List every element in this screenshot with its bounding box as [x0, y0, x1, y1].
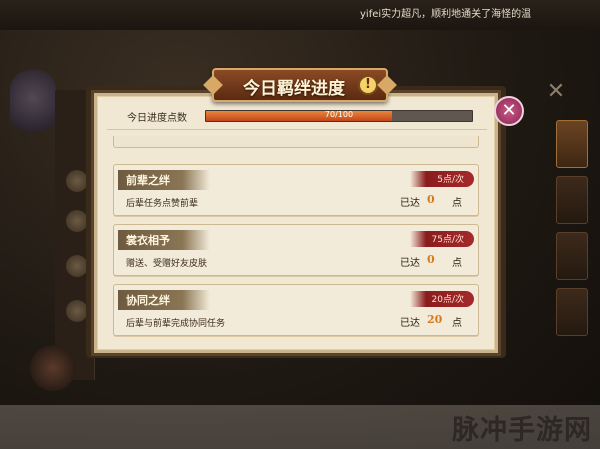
task-description: 后辈任务点赞前辈	[126, 199, 199, 209]
progress-text: 70/100	[324, 110, 354, 119]
task-points: 75点/次	[431, 235, 465, 245]
done-unit: 点	[452, 318, 462, 329]
task-points: 5点/次	[437, 175, 464, 185]
task-name: 协同之绊	[126, 294, 170, 307]
avatar	[66, 210, 88, 232]
list-item	[113, 136, 479, 148]
top-bar: yifei实力超凡，顺利地通关了海怪的温	[0, 0, 600, 30]
done-count: 0	[427, 193, 435, 206]
task-points: 20点/次	[431, 295, 465, 305]
done-label: 已达	[400, 318, 420, 329]
right-tab-column	[556, 120, 588, 350]
avatar	[66, 255, 88, 277]
points-tag: 75点/次	[410, 231, 474, 247]
info-icon[interactable]: !	[358, 75, 378, 95]
avatar	[66, 300, 88, 322]
background-close-icon: ✕	[546, 79, 566, 104]
points-tag: 20点/次	[410, 291, 474, 307]
side-tab	[556, 176, 588, 224]
bond-progress-dialog: 今日进度点数 70/100 前辈之绊 后辈任务点赞前辈 5点/次 已达 0 点 …	[94, 93, 498, 353]
close-icon: ✕	[501, 100, 517, 121]
done-count: 20	[427, 313, 443, 326]
done-label: 已达	[400, 198, 420, 209]
task-list[interactable]: 前辈之绊 后辈任务点赞前辈 5点/次 已达 0 点 裳衣相予 赠送、受赠好友皮肤…	[103, 136, 493, 350]
side-tab	[556, 120, 588, 168]
points-tag: 5点/次	[410, 171, 474, 187]
task-name-banner: 协同之绊	[118, 290, 210, 310]
progress-bar: 70/100	[205, 110, 473, 122]
task-description: 赠送、受赠好友皮肤	[126, 259, 208, 269]
progress-label: 今日进度点数	[127, 113, 187, 124]
task-card: 前辈之绊 后辈任务点赞前辈 5点/次 已达 0 点	[113, 164, 479, 216]
dialog-title: 今日羁绊进度	[243, 79, 345, 99]
chat-message: yifei实力超凡，顺利地通关了海怪的温	[360, 9, 532, 20]
daily-progress-row: 今日进度点数 70/100	[107, 106, 487, 130]
task-description: 后辈与前辈完成协同任务	[126, 319, 226, 329]
done-label: 已达	[400, 258, 420, 269]
task-card: 协同之绊 后辈与前辈完成协同任务 20点/次 已达 20 点	[113, 284, 479, 336]
close-button[interactable]: ✕	[494, 96, 524, 126]
dialog-title-plate: 今日羁绊进度 !	[212, 68, 388, 102]
done-count: 0	[427, 253, 435, 266]
avatar	[66, 170, 88, 192]
task-card: 裳衣相予 赠送、受赠好友皮肤 75点/次 已达 0 点	[113, 224, 479, 276]
character-portrait	[10, 70, 56, 140]
character-portrait	[30, 345, 76, 391]
side-tab	[556, 288, 588, 336]
side-tab	[556, 232, 588, 280]
done-unit: 点	[452, 258, 462, 269]
watermark: 脉冲手游网	[452, 415, 592, 446]
done-unit: 点	[452, 198, 462, 209]
task-name-banner: 裳衣相予	[118, 230, 210, 250]
task-name: 裳衣相予	[126, 234, 170, 247]
task-name: 前辈之绊	[126, 174, 170, 187]
task-name-banner: 前辈之绊	[118, 170, 210, 190]
